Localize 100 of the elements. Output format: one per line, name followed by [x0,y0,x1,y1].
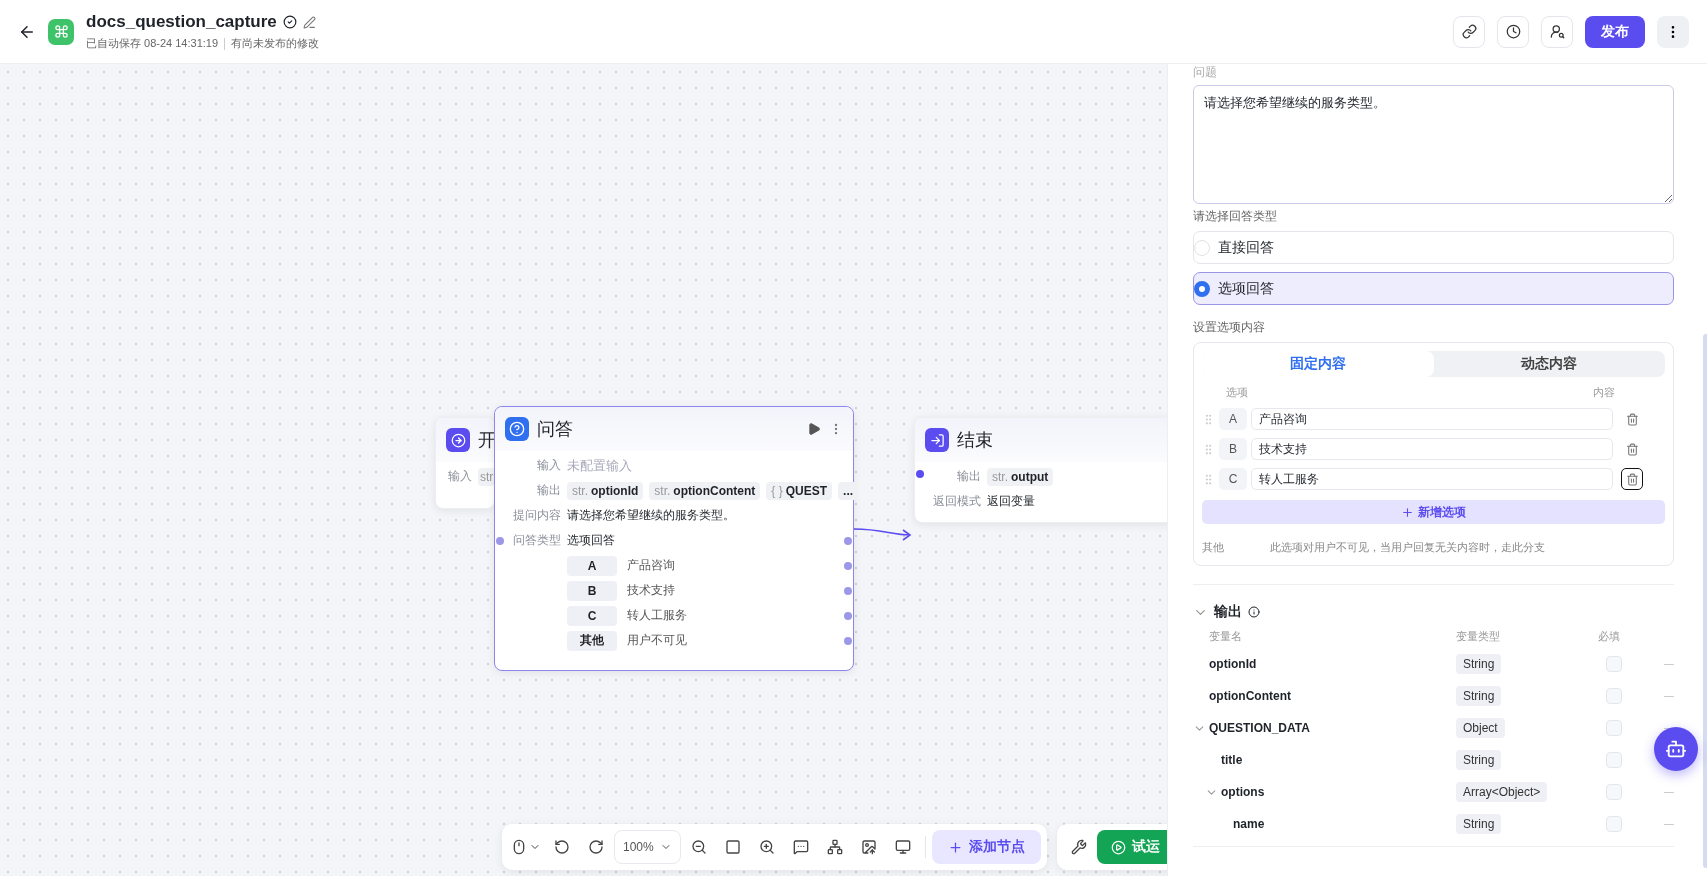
output-port[interactable] [844,636,852,645]
start-icon [446,428,470,452]
answer-type: 选项回答 [567,532,615,549]
type-tag: Array<Object> [1456,782,1548,802]
column-header: 内容 [1593,385,1615,400]
image-icon[interactable] [860,839,877,855]
other-note: 此选项对用户不可见，当用户回复无关内容时，走此分支 [1270,540,1545,555]
required-checkbox[interactable] [1606,784,1622,800]
zoom-out-icon[interactable] [690,839,707,855]
type-tag: String [1456,750,1502,770]
column-header: 必填 [1598,629,1621,644]
option-input[interactable]: 转人工服务 [1251,468,1613,490]
radio-button[interactable] [1194,280,1210,297]
option-key: A [567,555,617,576]
option-text: 产品咨询 [627,557,675,574]
output-port[interactable] [844,611,852,620]
output-port[interactable] [844,586,852,595]
variable-name: optionId [1209,657,1257,671]
zoom-in-icon[interactable] [758,839,775,855]
square-icon[interactable] [724,839,741,855]
more-chip[interactable]: ... [838,481,859,500]
output-chip: str. optionContent [649,481,761,500]
column-header: 变量名 [1208,629,1243,644]
question-textarea[interactable]: 请选择您希望继续的服务类型。 [1193,85,1674,204]
add-option-button[interactable]: 新增选项 [1202,500,1665,524]
option-key: B [567,580,617,601]
link-icon[interactable] [1461,24,1477,39]
user-search-icon[interactable] [1549,24,1565,39]
option-label: 选项回答 [1218,279,1274,298]
answer-type-option[interactable]: 选项回答 [1193,272,1674,305]
field-label: 请选择回答类型 [1193,208,1278,225]
variable-name: optionContent [1209,689,1291,703]
hierarchy-icon[interactable] [826,839,843,855]
redo-icon[interactable] [588,839,604,855]
column-header: 变量类型 [1456,629,1501,644]
output-port[interactable] [844,561,852,570]
option-key: A [1219,408,1247,430]
user-button[interactable] [1541,15,1573,48]
column-header: 选项 [1226,385,1248,400]
row-label: 输入 [447,468,472,485]
content-tab[interactable]: 固定内容 [1202,351,1434,377]
publish-button[interactable]: 发布 [1585,15,1645,48]
link-button[interactable] [1453,15,1485,48]
type-tag: String [1456,654,1502,674]
edit-icon[interactable] [302,15,316,29]
clock-icon[interactable] [1505,24,1521,39]
mouse-icon[interactable] [511,839,527,855]
required-checkbox[interactable] [1606,816,1622,832]
input-port[interactable] [916,470,924,478]
option-label: 直接回答 [1218,238,1274,257]
option-key: C [567,605,617,626]
field-label: 设置选项内容 [1193,319,1266,336]
row-label: 输入 [536,457,561,474]
section-title: 输出 [1214,603,1242,621]
type-tag: String [1456,686,1502,706]
command-logo-icon [48,18,74,45]
wrench-icon[interactable] [1071,839,1087,855]
question-icon [505,417,529,441]
input-placeholder: 未配置输入 [567,456,632,475]
workflow-title: docs_question_capture [86,12,277,32]
play-circle-icon[interactable] [1111,839,1126,855]
plus-icon[interactable] [947,839,963,855]
info-icon[interactable] [1248,606,1260,618]
undo-icon[interactable] [554,839,570,855]
check-circle-icon [282,15,297,29]
required-checkbox[interactable] [1606,752,1622,768]
option-text: 转人工服务 [627,607,687,624]
history-button[interactable] [1497,15,1529,48]
required-checkbox[interactable] [1606,656,1622,672]
output-chip: { } QUEST [766,481,833,500]
content-tab[interactable]: 动态内容 [1433,351,1665,377]
autosave-text: 已自动保存 08-24 14:31:19 [86,36,219,51]
comment-icon[interactable] [792,839,809,855]
option-key: C [1219,468,1247,490]
output-port[interactable] [844,536,852,545]
run-icon[interactable] [807,422,821,436]
variable-name: options [1221,785,1265,799]
monitor-icon[interactable] [894,839,911,855]
required-checkbox[interactable] [1606,720,1622,736]
node-title: 结束 [957,429,994,452]
node-title: 问答 [537,418,574,441]
end-icon [925,428,949,452]
return-mode: 返回变量 [987,493,1035,510]
option-text: 用户不可见 [627,632,687,649]
unpublished-status: 有尚未发布的修改 [231,36,320,51]
plus-icon[interactable] [1401,505,1414,519]
row-label: 输出 [956,468,981,485]
option-input[interactable]: 技术支持 [1251,438,1613,460]
row-label: 提问内容 [512,507,561,524]
end-node[interactable]: 结束 输出 str. output 返回模式 返回变量 [914,417,1167,523]
option-key: B [1219,438,1247,460]
input-port[interactable] [496,536,504,545]
robot-icon[interactable] [1665,738,1687,760]
output-chip: str. optionId [567,481,644,500]
option-input[interactable]: 产品咨询 [1251,408,1613,430]
add-node-button[interactable]: 添加节点 [931,830,1041,864]
variable-name: name [1233,817,1265,831]
answer-type-option[interactable]: 直接回答 [1193,231,1674,264]
required-checkbox[interactable] [1606,688,1622,704]
zoom-select[interactable]: 100% [614,830,681,864]
